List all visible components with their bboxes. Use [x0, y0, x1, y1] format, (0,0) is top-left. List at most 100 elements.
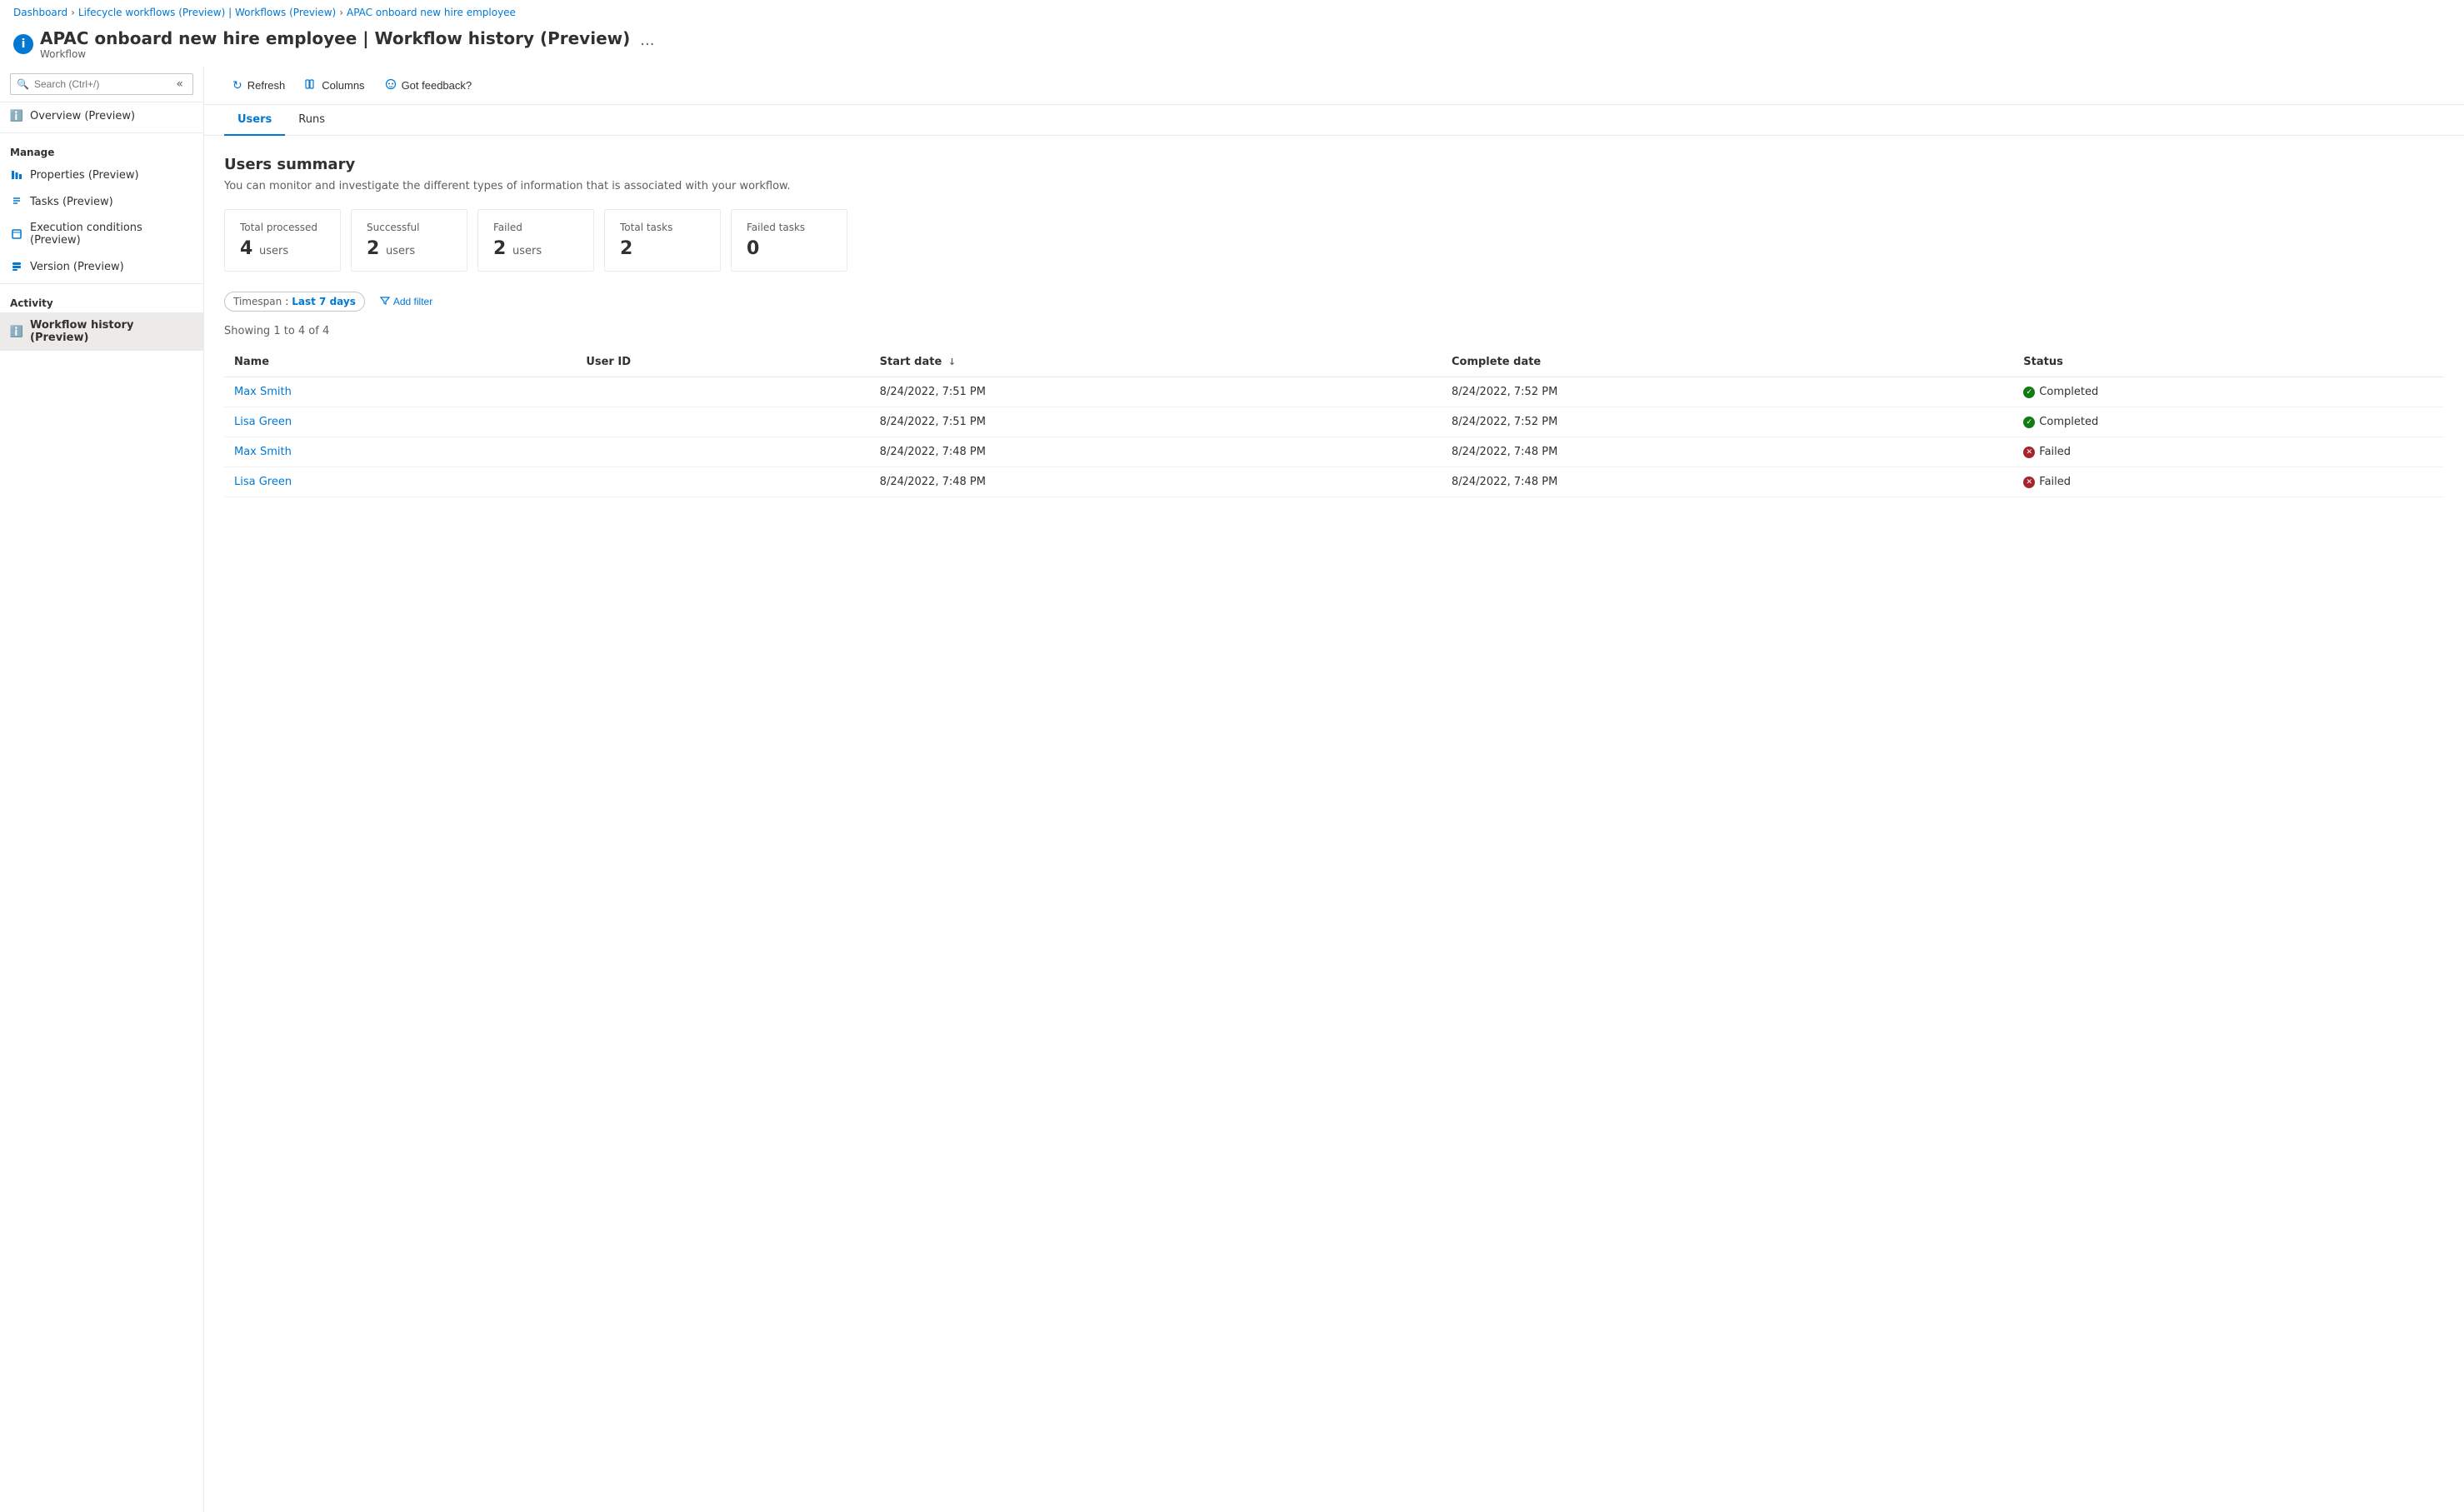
table-row: Lisa Green 8/24/2022, 7:48 PM 8/24/2022,… [224, 467, 2444, 497]
breadcrumb-lifecycle[interactable]: Lifecycle workflows (Preview) | Workflow… [78, 7, 336, 18]
feedback-label: Got feedback? [402, 79, 472, 92]
sidebar-manage-label: Manage [0, 137, 203, 162]
sidebar-item-properties[interactable]: Properties (Preview) [0, 162, 203, 188]
user-name-link-2[interactable]: Max Smith [234, 446, 292, 458]
col-header-status: Status [2013, 347, 2444, 377]
columns-label: Columns [322, 79, 364, 92]
refresh-button[interactable]: ↻ Refresh [224, 73, 293, 97]
info-icon: ℹ️ [10, 109, 23, 122]
tab-users[interactable]: Users [224, 105, 285, 136]
sidebar-item-version-label: Version (Preview) [30, 261, 124, 273]
col-header-startdate[interactable]: Start date ↓ [870, 347, 1442, 377]
user-name-link-0[interactable]: Max Smith [234, 386, 292, 398]
sidebar-item-overview[interactable]: ℹ️ Overview (Preview) [0, 102, 203, 129]
cell-startdate-1: 8/24/2022, 7:51 PM [870, 407, 1442, 437]
cell-name-0: Max Smith [224, 377, 576, 407]
execution-conditions-icon [10, 227, 23, 241]
col-header-name: Name [224, 347, 576, 377]
cell-startdate-2: 8/24/2022, 7:48 PM [870, 437, 1442, 467]
summary-cards: Total processed 4 users Successful 2 use… [224, 209, 2444, 272]
status-failed-icon: ✕ [2023, 477, 2035, 488]
users-table: Name User ID Start date ↓ Complete date … [224, 347, 2444, 497]
table-row: Lisa Green 8/24/2022, 7:51 PM 8/24/2022,… [224, 407, 2444, 437]
card-total-tasks: Total tasks 2 [604, 209, 721, 272]
status-text-3: Failed [2039, 476, 2071, 488]
status-text-2: Failed [2039, 446, 2071, 458]
add-filter-button[interactable]: Add filter [372, 292, 441, 312]
card-successful-label: Successful [367, 222, 452, 233]
sidebar-item-workflow-history-label: Workflow history (Preview) [30, 319, 193, 344]
refresh-label: Refresh [247, 79, 286, 92]
user-name-link-3[interactable]: Lisa Green [234, 476, 292, 488]
columns-button[interactable]: Columns [297, 73, 372, 97]
cell-completedate-3: 8/24/2022, 7:48 PM [1442, 467, 2013, 497]
page-title: APAC onboard new hire employee | Workflo… [40, 28, 630, 48]
card-successful: Successful 2 users [351, 209, 467, 272]
table-header-row: Name User ID Start date ↓ Complete date … [224, 347, 2444, 377]
table-row: Max Smith 8/24/2022, 7:51 PM 8/24/2022, … [224, 377, 2444, 407]
properties-icon [10, 168, 23, 182]
refresh-icon: ↻ [232, 78, 242, 92]
sidebar-search-container: 🔍 « [0, 67, 203, 102]
card-total-processed: Total processed 4 users [224, 209, 341, 272]
card-failed-value: 2 users [493, 238, 578, 259]
page-content: Users summary You can monitor and invest… [204, 136, 2464, 517]
showing-text: Showing 1 to 4 of 4 [224, 325, 2444, 337]
section-description: You can monitor and investigate the diff… [224, 180, 2444, 192]
page-header: i APAC onboard new hire employee | Workf… [0, 25, 2464, 67]
timespan-filter[interactable]: Timespan : Last 7 days [224, 292, 365, 312]
sidebar-item-tasks[interactable]: Tasks (Preview) [0, 188, 203, 215]
cell-status-2: ✕ Failed [2013, 437, 2444, 467]
main-content: ↻ Refresh Columns Got feedback? Users Ru… [204, 67, 2464, 1512]
card-total-processed-label: Total processed [240, 222, 325, 233]
card-total-processed-value: 4 users [240, 238, 325, 259]
status-text-1: Completed [2039, 416, 2098, 428]
filters-row: Timespan : Last 7 days Add filter [224, 292, 2444, 312]
sidebar-item-overview-label: Overview (Preview) [30, 110, 135, 122]
cell-startdate-3: 8/24/2022, 7:48 PM [870, 467, 1442, 497]
cell-status-3: ✕ Failed [2013, 467, 2444, 497]
cell-userid-0 [576, 377, 869, 407]
cell-startdate-0: 8/24/2022, 7:51 PM [870, 377, 1442, 407]
table-row: Max Smith 8/24/2022, 7:48 PM 8/24/2022, … [224, 437, 2444, 467]
page-more-options[interactable]: ··· [640, 36, 654, 53]
card-total-tasks-label: Total tasks [620, 222, 705, 233]
workflow-history-icon: ℹ️ [10, 325, 23, 338]
search-icon: 🔍 [17, 78, 29, 90]
sidebar-collapse-button[interactable]: « [176, 77, 183, 91]
card-failed-tasks-label: Failed tasks [747, 222, 832, 233]
timespan-filter-value: Last 7 days [292, 296, 356, 307]
page-header-icon: i [13, 34, 33, 54]
status-completed-icon: ✓ [2023, 417, 2035, 428]
sort-arrow-startdate: ↓ [948, 357, 956, 367]
card-failed: Failed 2 users [477, 209, 594, 272]
sidebar-item-version[interactable]: Version (Preview) [0, 253, 203, 280]
feedback-button[interactable]: Got feedback? [377, 73, 481, 97]
breadcrumb-apac[interactable]: APAC onboard new hire employee [347, 7, 516, 18]
status-text-0: Completed [2039, 386, 2098, 398]
status-completed-icon: ✓ [2023, 387, 2035, 398]
card-failed-tasks-value: 0 [747, 238, 832, 259]
cell-completedate-0: 8/24/2022, 7:52 PM [1442, 377, 2013, 407]
breadcrumb: Dashboard › Lifecycle workflows (Preview… [0, 0, 2464, 25]
user-name-link-1[interactable]: Lisa Green [234, 416, 292, 428]
cell-status-1: ✓ Completed [2013, 407, 2444, 437]
card-total-tasks-value: 2 [620, 238, 705, 259]
sidebar-divider-2 [0, 283, 203, 284]
tabs-container: Users Runs [204, 105, 2464, 136]
tab-runs[interactable]: Runs [285, 105, 338, 136]
sidebar-divider-1 [0, 132, 203, 133]
filter-icon [380, 296, 390, 308]
tasks-icon [10, 195, 23, 208]
sidebar-item-execution-conditions[interactable]: Execution conditions (Preview) [0, 215, 203, 253]
feedback-icon [385, 78, 397, 92]
breadcrumb-dashboard[interactable]: Dashboard [13, 7, 67, 18]
cell-userid-2 [576, 437, 869, 467]
card-failed-label: Failed [493, 222, 578, 233]
page-subtitle: Workflow [40, 48, 630, 60]
sidebar-item-workflow-history[interactable]: ℹ️ Workflow history (Preview) [0, 312, 203, 351]
search-input[interactable] [10, 73, 193, 95]
version-icon [10, 260, 23, 273]
col-header-startdate-label: Start date [880, 356, 942, 368]
add-filter-label: Add filter [393, 296, 432, 307]
